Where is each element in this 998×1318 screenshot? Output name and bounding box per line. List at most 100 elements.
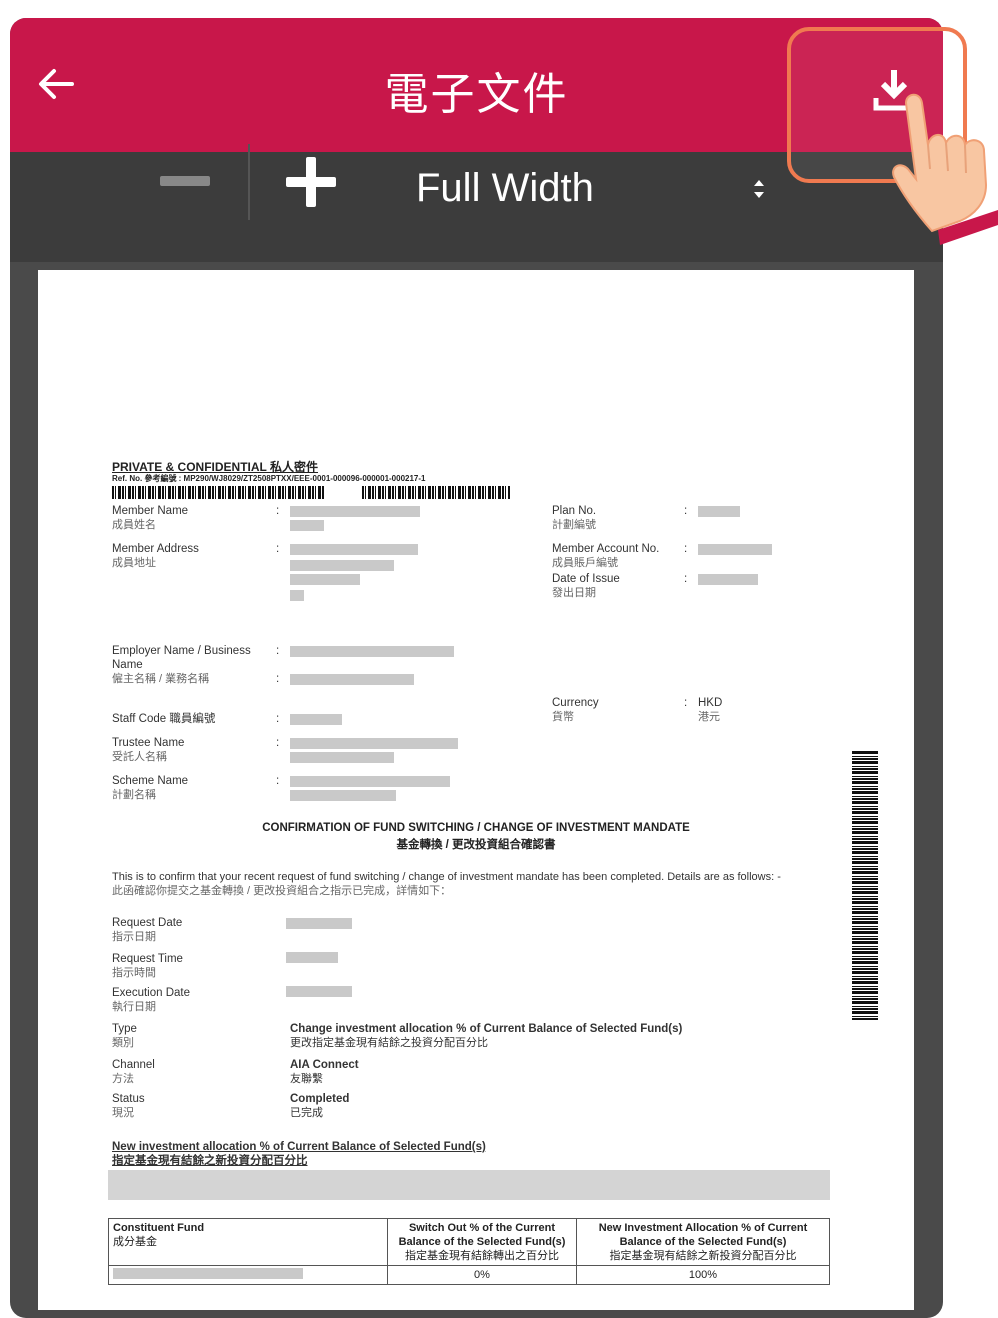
reference-number: Ref. No. 參考編號 : MP290/WJ8029/ZT2508PTXX/… xyxy=(112,474,426,483)
redacted-value xyxy=(290,506,420,517)
redacted-value xyxy=(290,674,414,685)
date-of-issue-label: Date of Issue xyxy=(552,573,620,585)
request-date-label: Request Date xyxy=(112,917,183,929)
redacted-value xyxy=(290,776,450,787)
redacted-value xyxy=(113,1268,303,1279)
document-heading: CONFIRMATION OF FUND SWITCHING / CHANGE … xyxy=(262,822,690,834)
table-cell xyxy=(108,1265,388,1285)
trustee-name-label: Trustee Name xyxy=(112,737,185,749)
redacted-value xyxy=(698,544,772,555)
redacted-value xyxy=(290,520,324,531)
type-label-zh: 類別 xyxy=(112,1037,134,1049)
barcode xyxy=(112,486,324,499)
execution-date-label-zh: 執行日期 xyxy=(112,1001,156,1013)
redacted-value xyxy=(698,506,740,517)
plan-no-label-zh: 計劃編號 xyxy=(552,519,596,531)
colon: : xyxy=(684,573,688,585)
employer-name-label-2: Name xyxy=(112,659,143,671)
redacted-value xyxy=(290,646,454,657)
redacted-value xyxy=(698,574,758,585)
channel-label-zh: 方法 xyxy=(112,1073,134,1085)
member-account-label-zh: 成員賬戶編號 xyxy=(552,557,618,569)
type-value-zh: 更改指定基金現有結餘之投資分配百分比 xyxy=(290,1037,488,1049)
zoom-select[interactable]: Full Width xyxy=(416,166,594,211)
member-address-label-zh: 成員地址 xyxy=(112,557,156,569)
status-value-zh: 已完成 xyxy=(290,1107,323,1119)
redacted-value xyxy=(290,738,458,749)
currency-value-zh: 港元 xyxy=(698,711,720,723)
status-label: Status xyxy=(112,1093,145,1105)
switch-out-header: Switch Out % of the Current Balance of t… xyxy=(398,1222,566,1248)
type-value: Change investment allocation % of Curren… xyxy=(290,1023,683,1035)
updown-chevron-icon[interactable] xyxy=(752,176,766,202)
document-content: PRIVATE & CONFIDENTIAL 私人密件 Ref. No. 參考編… xyxy=(38,270,914,1310)
new-allocation-header: New Investment Allocation % of Current B… xyxy=(598,1222,808,1248)
redacted-value xyxy=(290,790,396,801)
redacted-value xyxy=(290,544,418,555)
currency-value: HKD xyxy=(698,697,723,709)
employer-name-label: Employer Name / Business xyxy=(112,645,251,657)
redacted-value xyxy=(290,574,360,585)
scheme-name-label: Scheme Name xyxy=(112,775,189,787)
channel-value-zh: 友聯繫 xyxy=(290,1073,323,1085)
table-header-cell: Constituent Fund 成分基金 xyxy=(108,1218,388,1266)
currency-label: Currency xyxy=(552,697,599,709)
scheme-name-label-zh: 計劃名稱 xyxy=(112,789,156,801)
fund-table: Constituent Fund 成分基金 Switch Out % of th… xyxy=(108,1218,830,1285)
colon: : xyxy=(276,645,280,657)
redacted-value xyxy=(290,560,394,571)
zoom-out-button[interactable] xyxy=(160,176,210,186)
redacted-value xyxy=(286,986,352,997)
status-value: Completed xyxy=(290,1093,350,1105)
trustee-name-label-zh: 受託人名稱 xyxy=(112,751,167,763)
table-header-cell: New Investment Allocation % of Current B… xyxy=(576,1218,830,1266)
colon: : xyxy=(276,713,280,725)
device-frame: 電子文件 PRIVATE & CONFIDENTIAL 私人密件 Ref. No… xyxy=(10,18,943,1318)
switch-out-header-zh: 指定基金現有結餘轉出之百分比 xyxy=(405,1250,559,1262)
request-time-label: Request Time xyxy=(112,953,183,965)
zoom-in-button-vertical[interactable] xyxy=(306,157,316,207)
new-allocation-header-zh: 指定基金現有結餘之新投資分配百分比 xyxy=(609,1250,797,1262)
colon: : xyxy=(276,543,280,555)
table-row: 0% 100% xyxy=(108,1265,830,1285)
allocation-heading-zh: 指定基金現有結餘之新投資分配百分比 xyxy=(112,1155,308,1167)
vertical-barcode xyxy=(852,750,878,1020)
document-page[interactable]: PRIVATE & CONFIDENTIAL 私人密件 Ref. No. 參考編… xyxy=(38,270,914,1310)
date-of-issue-label-zh: 發出日期 xyxy=(552,587,596,599)
colon: : xyxy=(684,543,688,555)
currency-label-zh: 貨幣 xyxy=(552,711,574,723)
constituent-fund-header: Constituent Fund xyxy=(113,1222,205,1234)
member-account-label: Member Account No. xyxy=(552,543,660,555)
intro-text-zh: 此函確認你提交之基金轉換 / 更改投資組合之指示已完成，詳情如下： xyxy=(112,885,452,897)
employer-name-label-zh: 僱主名稱 / 業務名稱 xyxy=(112,673,210,685)
member-name-label-zh: 成員姓名 xyxy=(112,519,156,531)
redacted-value xyxy=(290,590,304,601)
request-date-label-zh: 指示日期 xyxy=(112,931,156,943)
execution-date-label: Execution Date xyxy=(112,987,190,999)
table-cell: 0% xyxy=(387,1265,577,1285)
redacted-value xyxy=(290,752,394,763)
colon: : xyxy=(684,697,688,709)
intro-text: This is to confirm that your recent requ… xyxy=(112,871,781,883)
colon: : xyxy=(276,673,280,685)
request-time-label-zh: 指示時間 xyxy=(112,967,156,979)
barcode xyxy=(362,486,510,499)
plan-no-label: Plan No. xyxy=(552,505,597,517)
allocation-heading: New investment allocation % of Current B… xyxy=(112,1141,486,1153)
staff-code-label: Staff Code 職員編號 xyxy=(112,713,216,725)
toolbar-divider xyxy=(248,144,250,220)
pointing-hand-icon xyxy=(892,93,998,245)
type-label: Type xyxy=(112,1023,137,1035)
member-address-label: Member Address xyxy=(112,543,199,555)
document-heading-zh: 基金轉換 / 更改投資組合確認書 xyxy=(396,839,556,851)
colon: : xyxy=(276,737,280,749)
colon: : xyxy=(684,505,688,517)
status-label-zh: 現況 xyxy=(112,1107,134,1119)
channel-value: AIA Connect xyxy=(290,1059,359,1071)
redacted-value xyxy=(290,714,342,725)
constituent-fund-header-zh: 成分基金 xyxy=(113,1236,157,1248)
member-name-label: Member Name xyxy=(112,505,189,517)
table-header-row: Constituent Fund 成分基金 Switch Out % of th… xyxy=(108,1218,830,1266)
redacted-banner xyxy=(108,1170,830,1200)
table-cell: 100% xyxy=(576,1265,830,1285)
